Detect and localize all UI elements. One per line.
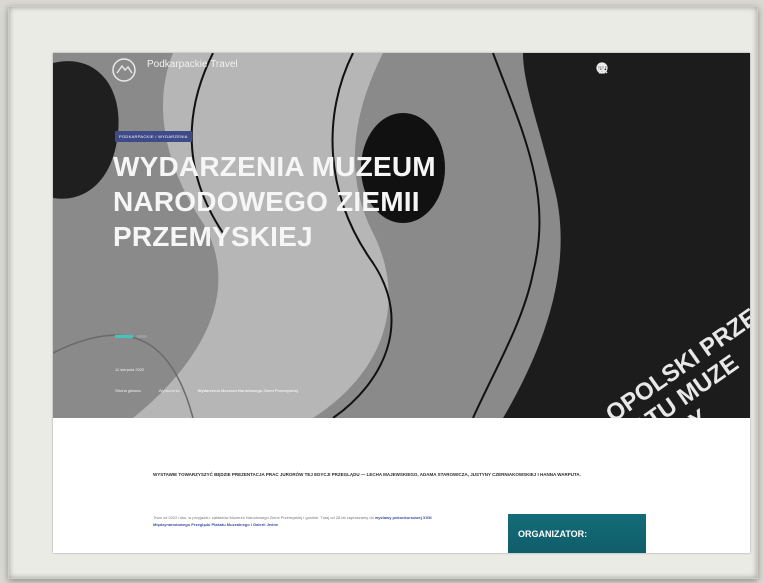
breadcrumb: Strona główna Wydarzenia Wydarzenia Muze…: [115, 388, 298, 393]
article-body: Trwa od 2022 roku, w przyjazdu: zakładów…: [153, 514, 463, 528]
organizer-label: ORGANIZATOR:: [518, 529, 588, 539]
monitor-frame: Podkarpackie Travel PODKARPACKIE / WYDAR…: [8, 6, 758, 579]
event-date: 11 sierpnia 2022: [115, 367, 145, 372]
breadcrumb-item-current: Wydarzenia Muzeum Narodowego Ziemi Przem…: [197, 388, 299, 393]
breadcrumb-item-events[interactable]: Wydarzenia: [159, 388, 180, 393]
article-content: WYSTAWIE TOWARZYSZYĆ BĘDZIE PREZENTACJA …: [53, 418, 750, 553]
organizer-box: ORGANIZATOR:: [508, 514, 646, 553]
breadcrumb-item-home[interactable]: Strona główna: [115, 388, 141, 393]
search-icon[interactable]: [596, 62, 672, 78]
category-tag[interactable]: PODKARPACKIE / WYDARZENIA: [115, 131, 192, 142]
article-body-text: Trwa od 2022 roku, w przyjazdu: zakładów…: [153, 515, 374, 520]
logo-icon[interactable]: [111, 57, 137, 83]
accent-line-secondary: [137, 335, 147, 338]
page-title: WYDARZENIA MUZEUM NARODOWEGO ZIEMII PRZE…: [113, 151, 436, 252]
language-icon[interactable]: [596, 62, 642, 78]
nav-icon-group: [596, 62, 702, 78]
article-lead: WYSTAWIE TOWARZYSZYĆ BĘDZIE PREZENTACJA …: [153, 472, 581, 477]
accent-line: [115, 335, 133, 338]
top-navigation: Podkarpackie Travel: [53, 53, 750, 87]
menu-icon[interactable]: [598, 62, 702, 78]
brand-name[interactable]: Podkarpackie Travel: [147, 59, 238, 70]
browser-viewport: Podkarpackie Travel PODKARPACKIE / WYDAR…: [53, 53, 750, 553]
hero-banner: Podkarpackie Travel PODKARPACKIE / WYDAR…: [53, 53, 750, 418]
